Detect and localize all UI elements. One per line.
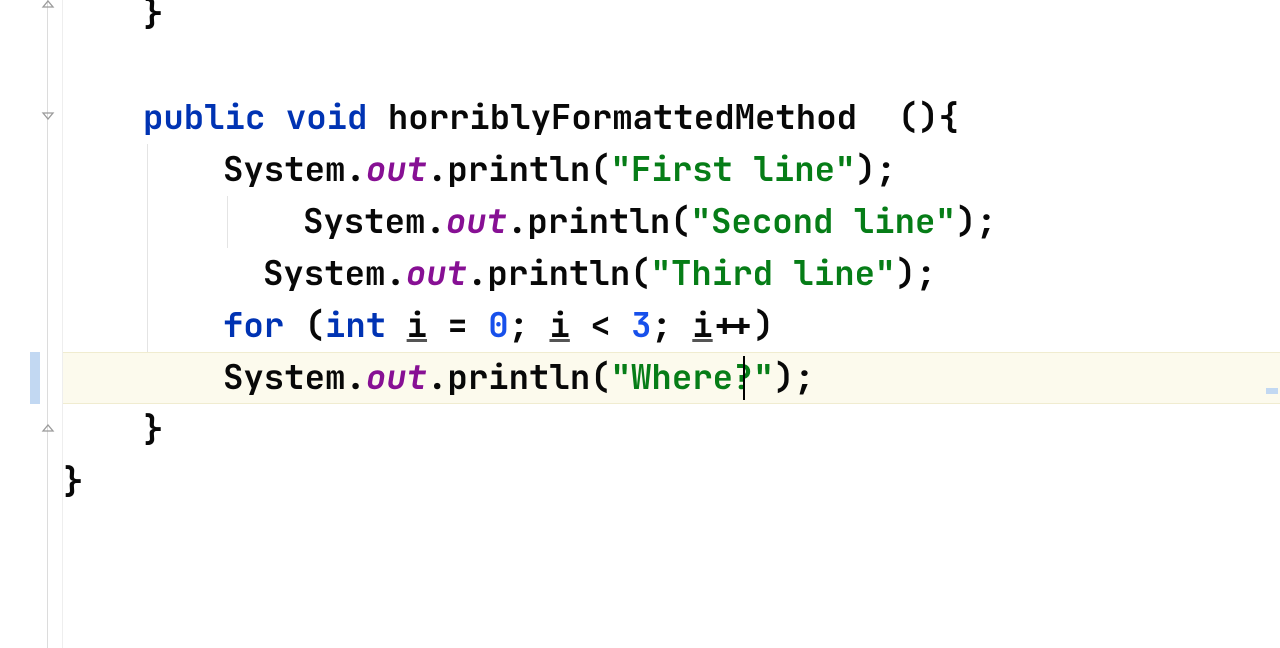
token-kw: public [143,95,286,140]
fold-expand-end-icon[interactable] [40,0,56,12]
token-ident: .println( [467,251,651,296]
token-kw: for [223,303,305,348]
token-punc: = [427,303,488,348]
gutter-change-marker [30,352,40,404]
token-punc: < [570,303,631,348]
token-ident: System. [223,147,366,192]
code-line[interactable]: public void horriblyFormattedMethod (){ [63,92,1280,144]
code-line[interactable]: System.out.println("Second line"); [63,196,1280,248]
code-line[interactable]: System.out.println("Where?"); [63,352,1280,404]
token-field: out [446,199,507,244]
token-str: "Where?" [611,355,774,400]
text-caret [743,356,745,400]
code-line[interactable]: System.out.println("Third line"); [63,248,1280,300]
token-field: out [406,251,467,296]
token-kw: void [286,95,388,140]
gutter [0,0,63,648]
token-field: out [366,147,427,192]
token-punc: ; [509,303,550,348]
token-punc: (){ [898,95,959,140]
token-punc: ); [895,251,936,296]
token-ident: .println( [427,147,611,192]
token-punc: ( [305,303,325,348]
token-punc: ); [774,355,815,400]
token-punc: } [143,0,163,36]
code-line[interactable]: System.out.println("First line"); [63,144,1280,196]
code-line[interactable] [63,40,1280,92]
token-ident: System. [303,199,446,244]
code-line[interactable]: } [63,404,1280,456]
code-line[interactable]: } [63,456,1280,508]
token-ident: System. [263,251,406,296]
token-var: i [407,303,427,348]
code-editor[interactable]: } public void horriblyFormattedMethod (){… [0,0,1280,648]
token-punc: ++) [713,303,774,348]
token-str: "Second line" [691,199,956,244]
token-ident: horriblyFormattedMethod [388,95,898,140]
gutter-current-line [0,352,62,404]
token-ident: System. [223,355,366,400]
token-punc: ; [651,303,692,348]
fold-collapse-icon[interactable] [40,108,56,124]
token-punc: ); [956,199,997,244]
token-punc: ); [855,147,896,192]
token-ident: .println( [427,355,611,400]
fold-rail [47,0,48,648]
token-ident: .println( [507,199,691,244]
token-field: out [366,355,427,400]
code-line[interactable]: for (int i = 0; i < 3; i++) [63,300,1280,352]
token-var: i [692,303,712,348]
token-kw: int [325,303,407,348]
token-num: 0 [488,303,508,348]
code-area[interactable]: } public void horriblyFormattedMethod (){… [63,0,1280,648]
token-num: 3 [631,303,651,348]
token-punc: } [63,459,83,504]
token-punc: } [143,407,163,452]
code-line[interactable]: } [63,0,1280,40]
token-var: i [549,303,569,348]
token-str: "Third line" [651,251,896,296]
overview-marker[interactable] [1266,388,1278,394]
token-str: "First line" [611,147,856,192]
fold-expand-end-icon[interactable] [40,420,56,436]
